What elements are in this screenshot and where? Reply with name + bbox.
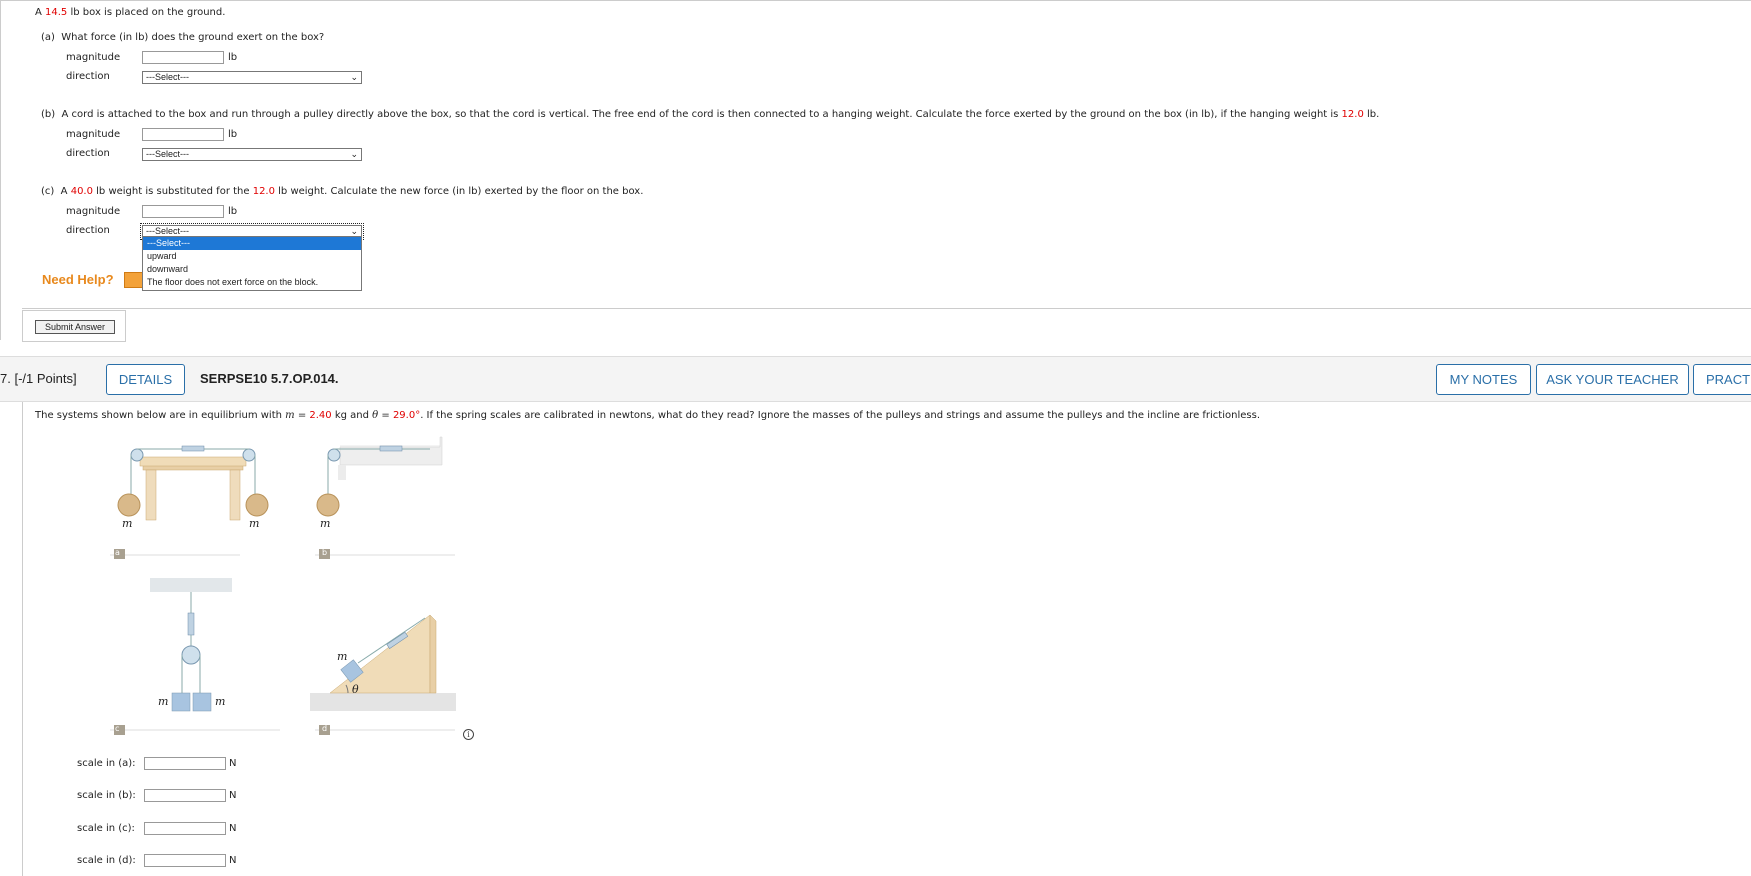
select-value: ---Select--- xyxy=(146,149,189,159)
part-c-question: (c) A 40.0 lb weight is substituted for … xyxy=(41,186,644,197)
left-border xyxy=(0,0,1,340)
mass-label-d: m xyxy=(337,650,348,663)
dropdown-option-downward[interactable]: downward xyxy=(143,263,361,276)
unit-lb-c: lb xyxy=(228,206,238,217)
panel-label-d: d xyxy=(322,724,328,733)
scale-a-unit: N xyxy=(229,758,237,769)
direction-dropdown-list: ---Select--- upward downward The floor d… xyxy=(142,236,362,291)
dropdown-option-upward[interactable]: upward xyxy=(143,250,361,263)
submit-answer-button[interactable]: Submit Answer xyxy=(35,320,115,334)
panel-label-c: c xyxy=(115,724,120,733)
magnitude-input-c[interactable] xyxy=(142,205,224,218)
scale-d-input[interactable] xyxy=(144,854,226,867)
part-a-question: (a) What force (in lb) does the ground e… xyxy=(41,32,325,43)
details-button[interactable]: DETAILS xyxy=(106,364,185,395)
ask-your-teacher-button[interactable]: ASK YOUR TEACHER xyxy=(1536,364,1689,395)
magnitude-label-b: magnitude xyxy=(66,129,121,140)
magnitude-input-b[interactable] xyxy=(142,128,224,141)
mass-label-c-left: m xyxy=(158,695,169,708)
chevron-down-icon: ⌄ xyxy=(350,72,358,82)
figure-c xyxy=(110,578,280,735)
panel-label-b: b xyxy=(322,548,328,557)
scale-b-unit: N xyxy=(229,790,237,801)
info-icon[interactable]: i xyxy=(463,729,474,740)
direction-select-b[interactable]: ---Select--- ⌄ xyxy=(142,148,362,161)
help-button[interactable] xyxy=(124,272,144,288)
content-left-border xyxy=(22,402,23,876)
figure-a xyxy=(110,445,269,559)
chevron-down-icon: ⌄ xyxy=(350,149,358,159)
select-value: ---Select--- xyxy=(146,72,189,82)
need-help-label: Need Help? xyxy=(42,272,114,287)
equilibrium-figure xyxy=(110,436,456,735)
scale-c-label: scale in (c): xyxy=(77,823,135,834)
my-notes-button[interactable]: MY NOTES xyxy=(1436,364,1531,395)
direction-label-c: direction xyxy=(66,225,110,236)
magnitude-input-a[interactable] xyxy=(142,51,224,64)
scale-d-unit: N xyxy=(229,855,237,866)
scale-a-input[interactable] xyxy=(144,757,226,770)
intro-text: A 14.5 lb box is placed on the ground. xyxy=(35,7,226,18)
panel-label-a: a xyxy=(115,548,120,557)
magnitude-label-c: magnitude xyxy=(66,206,121,217)
dropdown-option-select[interactable]: ---Select--- xyxy=(143,237,361,250)
top-border xyxy=(0,0,1751,1)
scale-b-label: scale in (b): xyxy=(77,790,136,801)
practice-button[interactable]: PRACTI xyxy=(1693,364,1751,395)
mass-label-b: m xyxy=(320,517,331,530)
scale-d-label: scale in (d): xyxy=(77,855,136,866)
scale-c-input[interactable] xyxy=(144,822,226,835)
problem-code: SERPSE10 5.7.OP.014. xyxy=(200,371,339,386)
divider xyxy=(22,308,1751,309)
theta-label-d: θ xyxy=(352,683,359,696)
magnitude-label-a: magnitude xyxy=(66,52,121,63)
mass-label-a-right: m xyxy=(249,517,260,530)
scale-a-label: scale in (a): xyxy=(77,758,136,769)
unit-lb-b: lb xyxy=(228,129,238,140)
select-value: ---Select--- xyxy=(146,226,189,236)
figure-d xyxy=(310,614,456,735)
scale-c-unit: N xyxy=(229,823,237,834)
direction-select-a[interactable]: ---Select--- ⌄ xyxy=(142,71,362,84)
mass-label-c-right: m xyxy=(215,695,226,708)
part-b-question: (b) A cord is attached to the box and ru… xyxy=(41,109,1380,120)
points-label: 7. [-/1 Points] xyxy=(0,371,77,386)
direction-label-b: direction xyxy=(66,148,110,159)
problem-statement: The systems shown below are in equilibri… xyxy=(35,410,1260,421)
dropdown-option-no-force[interactable]: The floor does not exert force on the bl… xyxy=(143,276,361,289)
scale-b-input[interactable] xyxy=(144,789,226,802)
figure-b xyxy=(315,436,455,559)
direction-label-a: direction xyxy=(66,71,110,82)
mass-label-a-left: m xyxy=(122,517,133,530)
unit-lb-a: lb xyxy=(228,52,238,63)
